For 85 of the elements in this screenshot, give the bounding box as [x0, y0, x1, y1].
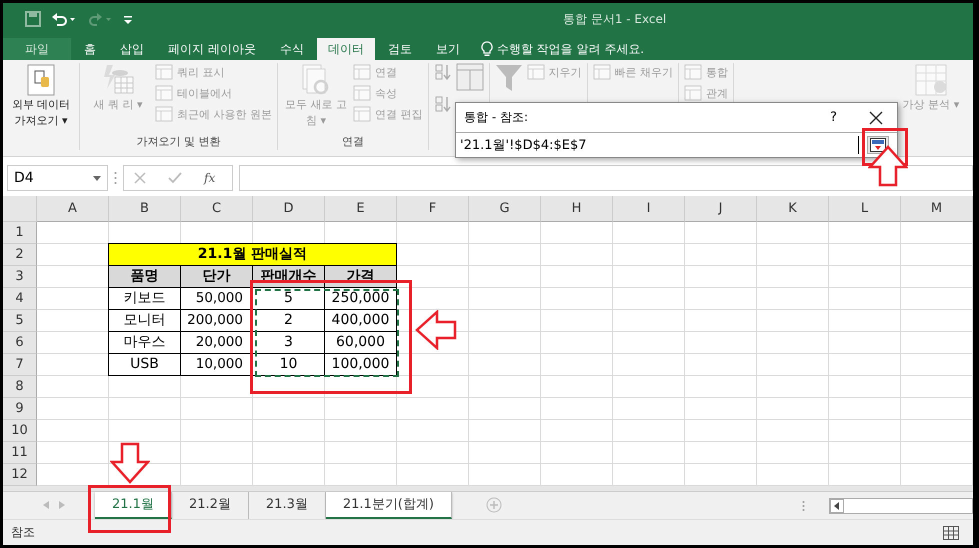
select-all-button[interactable]: [3, 196, 37, 222]
grip-icon: [114, 171, 117, 185]
formula-input[interactable]: [239, 165, 973, 191]
row-header[interactable]: 2: [3, 244, 37, 266]
ribbon-tab[interactable]: 데이터: [316, 38, 375, 60]
redo-icon[interactable]: [87, 11, 113, 27]
ribbon-button[interactable]: 외부 데이터 가져오기 ▾: [8, 63, 74, 129]
sort-dialog-icon[interactable]: [456, 63, 484, 91]
ribbon-icon: [526, 64, 544, 80]
ribbon-icon: [684, 85, 702, 101]
add-sheet-icon[interactable]: [486, 497, 502, 513]
sheet-tab[interactable]: 21.1월: [95, 492, 172, 519]
ribbon-tab[interactable]: 삽입: [109, 38, 155, 60]
column-header[interactable]: I: [613, 196, 685, 222]
reference-field[interactable]: '21.1월'!$D$4:$E$7: [456, 136, 859, 154]
dialog-title: 통합 - 참조:: [464, 109, 530, 126]
check-icon[interactable]: [168, 172, 182, 184]
row-header[interactable]: 5: [3, 310, 37, 332]
ribbon-tab[interactable]: 파일: [3, 38, 71, 60]
arrow-icon: [415, 310, 457, 350]
ribbon-icon: [684, 64, 702, 80]
scroll-left-icon[interactable]: [830, 499, 844, 513]
table-header-cell: 단가: [180, 265, 253, 288]
row-header[interactable]: 9: [3, 398, 37, 420]
undo-icon[interactable]: [51, 11, 77, 27]
insert-function-button[interactable]: fx: [204, 171, 216, 185]
group-label: 연결: [340, 134, 365, 150]
column-header[interactable]: L: [829, 196, 901, 222]
close-icon[interactable]: [869, 110, 883, 124]
sheet-tab[interactable]: 21.1분기(합계): [326, 492, 452, 519]
sort-icon[interactable]: [434, 63, 452, 81]
row-header[interactable]: 7: [3, 354, 37, 376]
collapse-dialog-button[interactable]: [867, 136, 889, 154]
ribbon-icon: [914, 63, 948, 97]
column-header[interactable]: D: [253, 196, 325, 222]
save-icon[interactable]: [25, 11, 41, 27]
row-header[interactable]: 1: [3, 222, 37, 244]
tell-me-box[interactable]: 수행할 작업을 알려 주세요.: [472, 38, 644, 60]
dropdown-icon[interactable]: [93, 176, 101, 180]
normal-view-icon[interactable]: [943, 526, 959, 540]
table-cell[interactable]: USB: [108, 353, 181, 376]
help-button[interactable]: ?: [830, 110, 837, 125]
ribbon-icon: [353, 64, 371, 80]
ribbon-tab[interactable]: 수식: [268, 38, 315, 60]
row-header[interactable]: 4: [3, 288, 37, 310]
row-header[interactable]: 11: [3, 442, 37, 464]
row-header[interactable]: 3: [3, 266, 37, 288]
ribbon-tab[interactable]: 보기: [424, 38, 471, 60]
horizontal-scrollbar[interactable]: [828, 498, 973, 514]
ribbon-icon: [353, 106, 371, 122]
ribbon-tab[interactable]: 페이지 레이아웃: [157, 38, 267, 60]
expand-icon: [870, 138, 886, 152]
status-text: 참조: [11, 524, 35, 541]
cancel-icon[interactable]: [134, 172, 146, 184]
column-header[interactable]: F: [397, 196, 469, 222]
grip-icon: [802, 500, 805, 512]
row-header[interactable]: 8: [3, 376, 37, 398]
table-title-cell: 21.1월 판매실적: [108, 243, 397, 266]
column-header[interactable]: K: [757, 196, 829, 222]
group-label: 가져오기 및 변환: [136, 134, 222, 150]
column-header[interactable]: E: [325, 196, 397, 222]
column-header[interactable]: M: [901, 196, 973, 222]
name-box[interactable]: D4: [7, 165, 108, 191]
ribbon-icon: [155, 64, 173, 80]
scroll-right-icon[interactable]: [59, 501, 65, 509]
ribbon-icon: [155, 85, 173, 101]
table-header-cell: 품명: [108, 265, 181, 288]
row-header[interactable]: 12: [3, 464, 37, 486]
lightbulb-icon: [480, 41, 493, 57]
filter-icon[interactable]: [494, 63, 522, 93]
column-header[interactable]: G: [469, 196, 541, 222]
sort-icon[interactable]: [434, 95, 452, 113]
ribbon-icon: [155, 106, 173, 122]
ribbon-tab[interactable]: 검토: [376, 38, 423, 60]
column-header[interactable]: B: [109, 196, 181, 222]
column-header[interactable]: H: [541, 196, 613, 222]
row-header[interactable]: 10: [3, 420, 37, 442]
column-header[interactable]: C: [181, 196, 253, 222]
row-header[interactable]: 6: [3, 332, 37, 354]
window-title: 통합 문서1 - Excel: [563, 11, 666, 28]
ribbon-tab[interactable]: 홈: [73, 38, 107, 60]
column-header[interactable]: J: [685, 196, 757, 222]
ribbon-icon: [353, 85, 371, 101]
column-header[interactable]: A: [37, 196, 109, 222]
ribbon-icon: [592, 64, 610, 80]
